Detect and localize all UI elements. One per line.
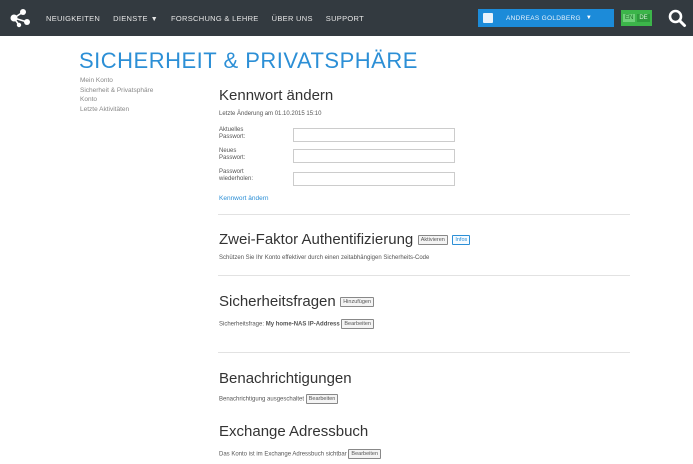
notifications-heading: Benachrichtigungen — [219, 370, 352, 387]
chevron-down-icon: ▼ — [150, 15, 158, 23]
sidebar: Mein Konto Sicherheit & Privatsphäre Kon… — [80, 76, 200, 114]
sidebar-item-letzte-aktivitaeten[interactable]: Letzte Aktivitäten — [80, 105, 200, 115]
exchange-status: Das Konto ist im Exchange Adressbuch sic… — [219, 451, 347, 458]
chevron-down-icon: ▼ — [585, 15, 592, 21]
new-password-label: Neues Passwort: — [219, 148, 246, 161]
new-password-field[interactable] — [293, 149, 455, 163]
main-nav: NEUIGKEITEN DIENSTE ▼ FORSCHUNG & LEHRE Ü… — [46, 0, 377, 36]
language-switcher: EN DE — [621, 10, 652, 26]
two-factor-header: Zwei-Faktor Authentifizierung Aktivieren… — [219, 231, 471, 249]
repeat-password-label: Passwort wiederholen: — [219, 169, 254, 182]
two-factor-description: Schützen Sie Ihr Konto effektiver durch … — [219, 255, 430, 261]
nav-item-label: NEUIGKEITEN — [46, 13, 101, 23]
search-icon[interactable] — [667, 8, 687, 28]
security-questions-header: Sicherheitsfragen Hinzufügen — [219, 293, 375, 311]
security-question-label: Sicherheitsfrage: — [219, 321, 265, 328]
password-section-heading: Kennwort ändern — [219, 87, 334, 104]
current-password-field[interactable] — [293, 128, 455, 142]
activate-two-factor-button[interactable]: Aktivieren — [417, 234, 448, 245]
edit-security-question-button[interactable]: Bearbeiten — [341, 319, 374, 329]
sidebar-item-mein-konto[interactable]: Mein Konto — [80, 76, 200, 86]
notifications-row: Benachrichtigung ausgeschaltet Bearbeite… — [219, 394, 339, 404]
last-password-change: Letzte Änderung am 01.10.2015 15:10 — [219, 111, 322, 117]
edit-exchange-button[interactable]: Bearbeiten — [348, 449, 382, 459]
sidebar-item-konto[interactable]: Konto — [80, 95, 200, 105]
security-questions-heading: Sicherheitsfragen — [219, 293, 336, 310]
security-question-row: Sicherheitsfrage: My home-NAS IP-Address… — [219, 319, 374, 329]
exchange-row: Das Konto ist im Exchange Adressbuch sic… — [219, 449, 382, 459]
avatar — [483, 13, 493, 23]
top-navigation-bar: NEUIGKEITEN DIENSTE ▼ FORSCHUNG & LEHRE Ü… — [0, 0, 693, 36]
notifications-status: Benachrichtigung ausgeschaltet — [219, 396, 305, 403]
repeat-password-row: Passwort wiederholen: — [219, 169, 455, 186]
section-divider — [218, 275, 630, 276]
change-password-link[interactable]: Kennwort ändern — [219, 195, 269, 202]
nav-item-label: ÜBER UNS — [271, 13, 313, 23]
nav-item-label: FORSCHUNG & LEHRE — [171, 13, 259, 23]
two-factor-heading: Zwei-Faktor Authentifizierung — [219, 231, 414, 248]
new-password-row: Neues Passwort: — [219, 148, 455, 163]
current-password-label: Aktuelles Passwort: — [219, 127, 246, 140]
network-logo-icon[interactable] — [8, 7, 32, 29]
nav-item-forschung-lehre[interactable]: FORSCHUNG & LEHRE — [171, 14, 259, 23]
nav-item-neuigkeiten[interactable]: NEUIGKEITEN — [46, 14, 100, 23]
nav-item-label: SUPPORT — [325, 13, 365, 23]
edit-notifications-button[interactable]: Bearbeiten — [305, 394, 339, 404]
exchange-heading: Exchange Adressbuch — [219, 423, 369, 440]
nav-item-dienste[interactable]: DIENSTE ▼ — [113, 14, 158, 23]
sidebar-item-sicherheit[interactable]: Sicherheit & Privatsphäre — [80, 86, 200, 96]
section-divider — [218, 214, 630, 215]
nav-item-label: DIENSTE — [113, 13, 148, 23]
language-option-en[interactable]: EN — [623, 14, 636, 22]
current-password-row: Aktuelles Passwort: — [219, 127, 455, 142]
nav-item-ueber-uns[interactable]: ÜBER UNS — [272, 14, 313, 23]
language-option-de[interactable]: DE — [637, 14, 650, 22]
user-name: ANDREAS GOLDBERG — [506, 14, 581, 22]
nav-item-support[interactable]: SUPPORT — [326, 14, 364, 23]
two-factor-info-button[interactable]: Infos — [452, 234, 471, 245]
security-question-value: My home-NAS IP-Address — [265, 321, 340, 328]
page-title: SICHERHEIT & PRIVATSPHÄRE — [79, 48, 418, 73]
section-divider — [218, 352, 630, 353]
repeat-password-field[interactable] — [293, 172, 455, 186]
user-menu-button[interactable]: ANDREAS GOLDBERG ▼ — [478, 9, 614, 27]
add-security-question-button[interactable]: Hinzufügen — [340, 296, 375, 307]
